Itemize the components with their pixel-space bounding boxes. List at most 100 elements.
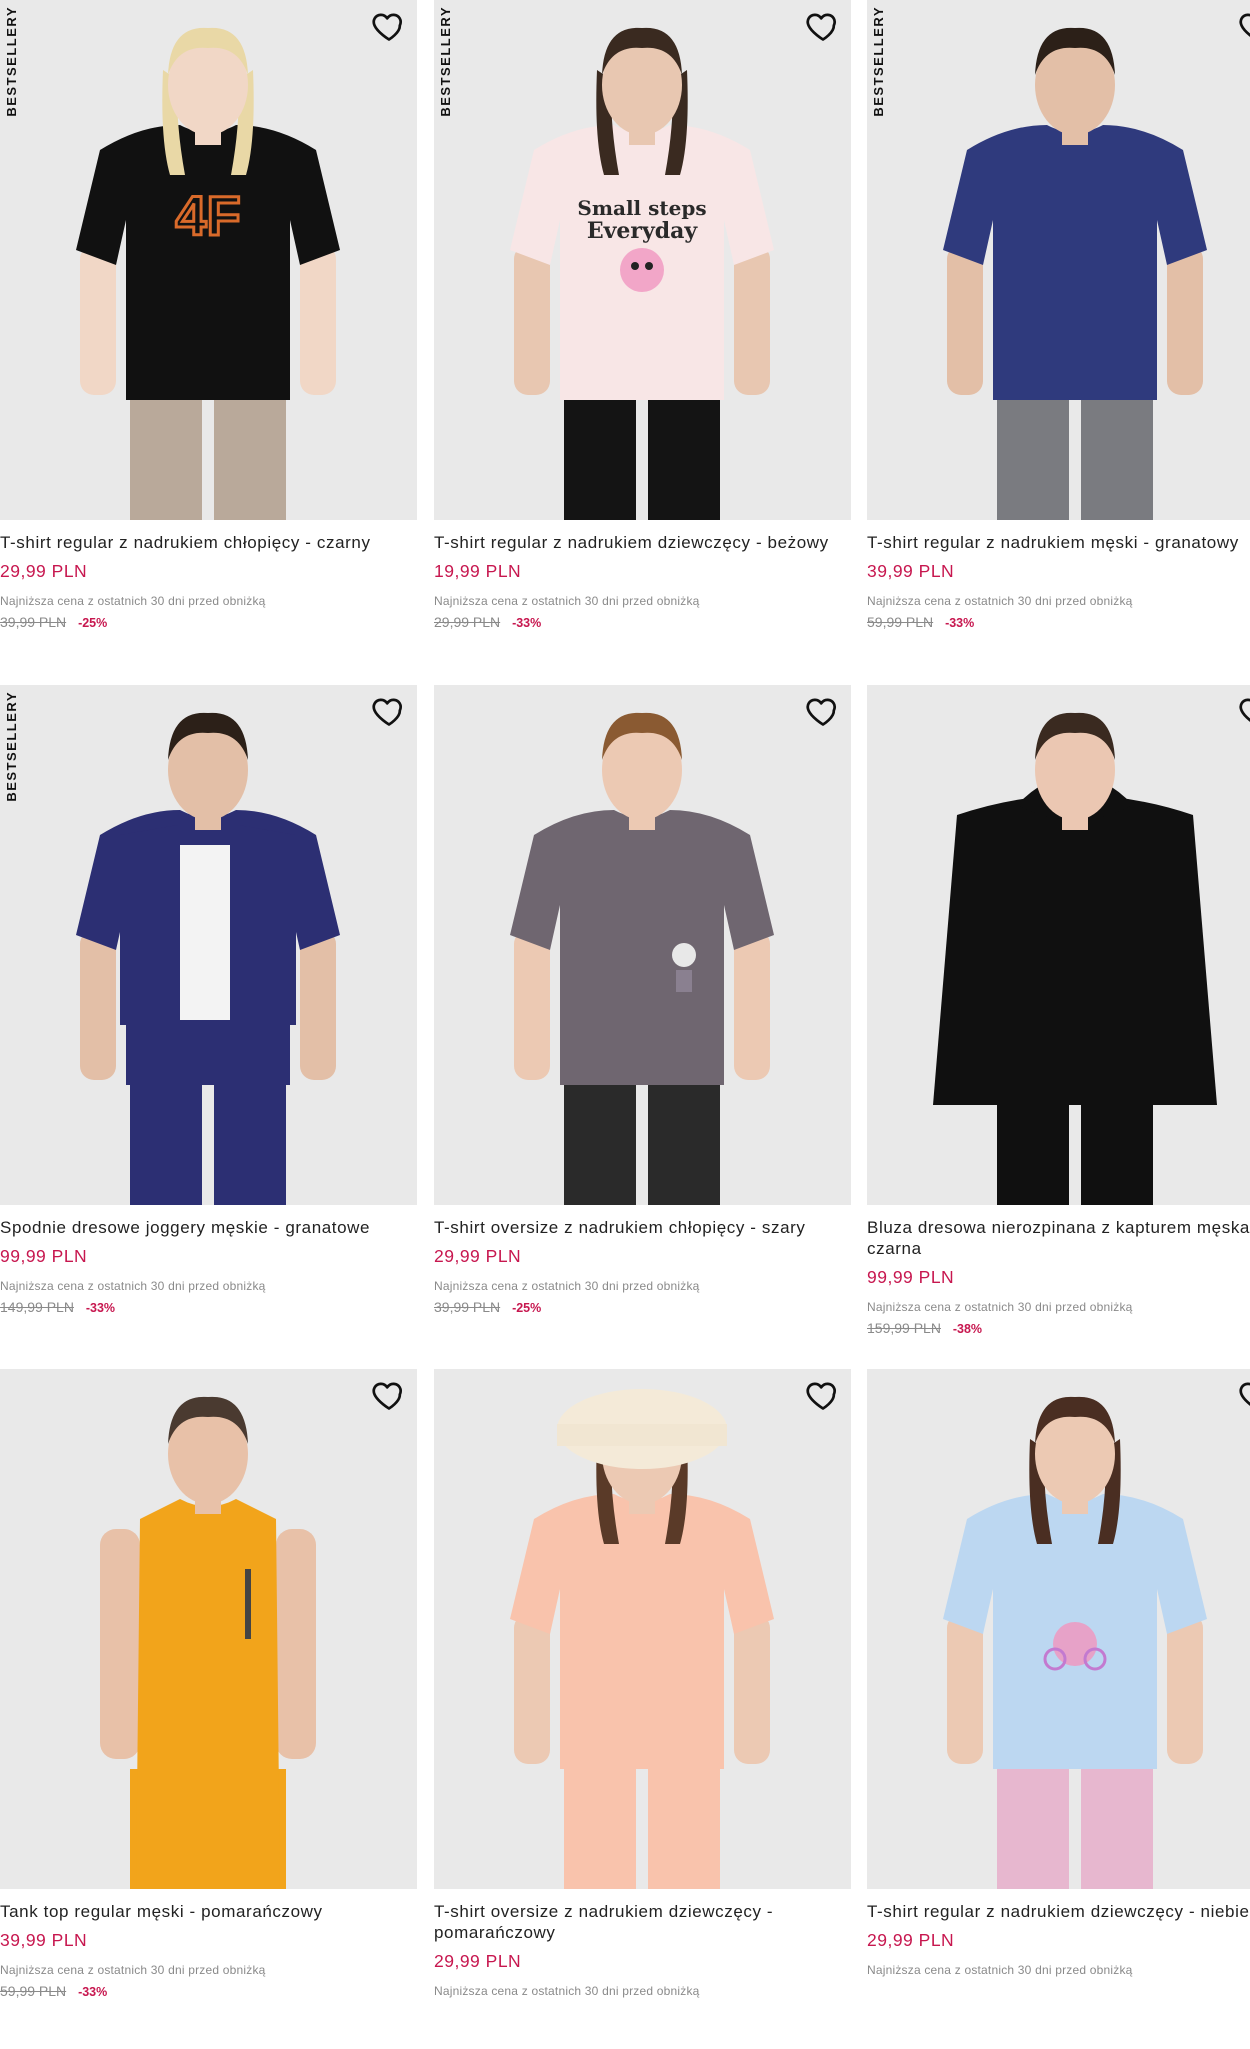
wishlist-button[interactable] bbox=[805, 693, 841, 729]
wishlist-button[interactable] bbox=[805, 1377, 841, 1413]
graphic-print bbox=[245, 1569, 251, 1639]
product-info: T-shirt regular z nadrukiem męski - gran… bbox=[867, 532, 1250, 630]
wishlist-button[interactable] bbox=[1238, 1377, 1250, 1413]
product-price: 99,99 PLN bbox=[0, 1246, 88, 1266]
product-title[interactable]: T-shirt oversize z nadrukiem chłopięcy -… bbox=[434, 1217, 851, 1238]
product-price: 29,99 PLN bbox=[867, 1930, 955, 1950]
product-info: Bluza dresowa nierozpinana z kapturem mę… bbox=[867, 1217, 1250, 1336]
product-title[interactable]: Tank top regular męski - pomarańczowy bbox=[0, 1901, 417, 1922]
wishlist-button[interactable] bbox=[371, 693, 407, 729]
heart-icon bbox=[1239, 698, 1250, 722]
discount-badge: -33% bbox=[85, 1301, 116, 1315]
heart-icon bbox=[1239, 1382, 1250, 1406]
discount-badge: -38% bbox=[952, 1322, 983, 1336]
product-card[interactable]: 4F BESTSELLERY T-shirt regular z nadruki… bbox=[0, 0, 417, 680]
heart-icon bbox=[1239, 13, 1250, 37]
product-card[interactable]: Bluza dresowa nierozpinana z kapturem mę… bbox=[867, 685, 1250, 1365]
product-image[interactable]: BESTSELLERY bbox=[867, 0, 1250, 520]
product-image[interactable]: 4F BESTSELLERY bbox=[0, 0, 417, 520]
wishlist-button[interactable] bbox=[1238, 8, 1250, 44]
product-info: T-shirt regular z nadrukiem dziewczęcy -… bbox=[434, 532, 851, 630]
wishlist-button[interactable] bbox=[371, 1377, 407, 1413]
product-title[interactable]: T-shirt regular z nadrukiem chłopięcy - … bbox=[0, 532, 417, 553]
white-shirt bbox=[180, 845, 230, 1020]
heart-icon bbox=[806, 13, 836, 41]
lowest-price-note: Najniższa cena z ostatnich 30 dni przed … bbox=[867, 1300, 1133, 1314]
discount-badge: -33% bbox=[512, 616, 542, 630]
product-title[interactable]: Spodnie dresowe joggery męskie - granato… bbox=[0, 1217, 417, 1238]
old-price: 149,99 PLN bbox=[0, 1299, 74, 1315]
product-image[interactable] bbox=[867, 1369, 1250, 1889]
product-photo-model bbox=[943, 1396, 1207, 1889]
product-card[interactable]: BESTSELLERY Spodnie dresowe joggery męsk… bbox=[0, 685, 417, 1365]
product-title[interactable]: T-shirt regular z nadrukiem męski - gran… bbox=[867, 532, 1250, 553]
product-photo-model bbox=[943, 27, 1207, 520]
product-title[interactable]: T-shirt oversize z nadrukiem dziewczęcy … bbox=[434, 1901, 851, 1943]
product-image[interactable] bbox=[867, 685, 1250, 1205]
product-info: T-shirt regular z nadrukiem chłopięcy - … bbox=[0, 532, 417, 630]
heart-icon bbox=[372, 1382, 402, 1410]
old-price: 29,99 PLN bbox=[434, 614, 501, 630]
product-info: T-shirt oversize z nadrukiem chłopięcy -… bbox=[434, 1217, 851, 1315]
heart-icon bbox=[372, 698, 402, 726]
product-price: 19,99 PLN bbox=[434, 561, 522, 581]
product-info: T-shirt regular z nadrukiem dziewczęcy -… bbox=[867, 1901, 1250, 1977]
product-image[interactable] bbox=[434, 1369, 851, 1889]
logo-print-text: 4F bbox=[175, 184, 240, 247]
product-price: 29,99 PLN bbox=[0, 561, 88, 581]
product-card[interactable]: T-shirt regular z nadrukiem dziewczęcy -… bbox=[867, 1369, 1250, 2049]
lowest-price-note: Najniższa cena z ostatnich 30 dni przed … bbox=[434, 1279, 700, 1293]
bestseller-badge: BESTSELLERY bbox=[4, 691, 19, 802]
discount-badge: -25% bbox=[78, 616, 108, 630]
product-photo-model bbox=[510, 1389, 774, 1889]
lowest-price-note: Najniższa cena z ostatnich 30 dni przed … bbox=[434, 1984, 700, 1998]
product-card[interactable]: T-shirt oversize z nadrukiem dziewczęcy … bbox=[434, 1369, 851, 2049]
product-info: Tank top regular męski - pomarańczowy 39… bbox=[0, 1901, 417, 1999]
bestseller-badge: BESTSELLERY bbox=[438, 6, 453, 117]
product-price: 39,99 PLN bbox=[867, 561, 955, 581]
product-image[interactable]: Small steps Everyday BESTSELLERY bbox=[434, 0, 851, 520]
old-price-row: 59,99 PLN -33% bbox=[867, 614, 1250, 630]
product-card[interactable]: T-shirt oversize z nadrukiem chłopięcy -… bbox=[434, 685, 851, 1365]
wishlist-button[interactable] bbox=[371, 8, 407, 44]
product-card[interactable]: Small steps Everyday BESTSELLERY T-shirt… bbox=[434, 0, 851, 680]
discount-badge: -25% bbox=[512, 1301, 542, 1315]
product-title[interactable]: T-shirt regular z nadrukiem dziewczęcy -… bbox=[434, 532, 851, 553]
product-photo-model bbox=[510, 712, 774, 1205]
product-price: 39,99 PLN bbox=[0, 1930, 88, 1950]
old-price-row: 39,99 PLN -25% bbox=[0, 614, 417, 630]
product-title[interactable]: T-shirt regular z nadrukiem dziewczęcy -… bbox=[867, 1901, 1250, 1922]
product-grid: 4F BESTSELLERY T-shirt regular z nadruki… bbox=[0, 0, 1250, 2014]
old-price: 39,99 PLN bbox=[0, 614, 67, 630]
product-image[interactable] bbox=[434, 685, 851, 1205]
lowest-price-note: Najniższa cena z ostatnich 30 dni przed … bbox=[0, 1279, 266, 1293]
old-price-row: 149,99 PLN -33% bbox=[0, 1299, 417, 1315]
product-image[interactable] bbox=[0, 1369, 417, 1889]
product-price: 29,99 PLN bbox=[434, 1951, 522, 1971]
lowest-price-note: Najniższa cena z ostatnich 30 dni przed … bbox=[867, 594, 1133, 608]
old-price: 59,99 PLN bbox=[0, 1983, 67, 1999]
product-card[interactable]: Tank top regular męski - pomarańczowy 39… bbox=[0, 1369, 417, 2049]
old-price: 159,99 PLN bbox=[867, 1320, 941, 1336]
heart-icon bbox=[806, 1382, 836, 1410]
heart-icon bbox=[806, 698, 836, 726]
product-photo-model bbox=[933, 712, 1217, 1205]
wishlist-button[interactable] bbox=[805, 8, 841, 44]
product-photo-model bbox=[76, 712, 340, 1205]
lowest-price-note: Najniższa cena z ostatnich 30 dni przed … bbox=[867, 1963, 1133, 1977]
old-price-row: 29,99 PLN -33% bbox=[434, 614, 851, 630]
old-price: 59,99 PLN bbox=[867, 614, 934, 630]
product-image[interactable]: BESTSELLERY bbox=[0, 685, 417, 1205]
discount-badge: -33% bbox=[945, 616, 975, 630]
product-photo-model: Small steps Everyday bbox=[510, 27, 774, 520]
svg-text:Small steps: Small steps bbox=[577, 196, 706, 220]
old-price-row: 59,99 PLN -33% bbox=[0, 1983, 417, 1999]
old-price: 39,99 PLN bbox=[434, 1299, 501, 1315]
wishlist-button[interactable] bbox=[1238, 693, 1250, 729]
product-info: Spodnie dresowe joggery męskie - granato… bbox=[0, 1217, 417, 1315]
lowest-price-note: Najniższa cena z ostatnich 30 dni przed … bbox=[0, 594, 266, 608]
product-info: T-shirt oversize z nadrukiem dziewczęcy … bbox=[434, 1901, 851, 1998]
product-card[interactable]: BESTSELLERY T-shirt regular z nadrukiem … bbox=[867, 0, 1250, 680]
product-title[interactable]: Bluza dresowa nierozpinana z kapturem mę… bbox=[867, 1217, 1250, 1259]
product-photo-model bbox=[100, 1396, 316, 1889]
